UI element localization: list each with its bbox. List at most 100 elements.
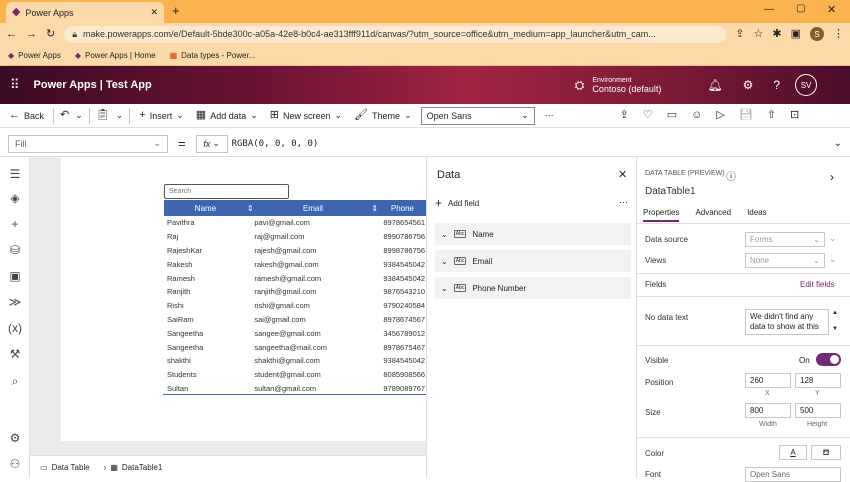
- table-row[interactable]: SaiRam sai@gmail.com 8978674567: [164, 313, 426, 327]
- share-icon[interactable]: ⇪: [735, 28, 744, 40]
- resize-handle-icon[interactable]: ⇕: [247, 204, 255, 213]
- search-icon[interactable]: ⌕: [0, 374, 30, 389]
- new-tab-icon[interactable]: +: [172, 3, 180, 18]
- minimize-icon[interactable]: —: [764, 4, 774, 15]
- advanced-tools-icon[interactable]: ⚒: [0, 347, 30, 361]
- text-color-button[interactable]: A: [779, 445, 807, 460]
- profile-avatar[interactable]: S: [810, 27, 824, 41]
- environment-picker[interactable]: Environment Contoso (default): [592, 77, 661, 94]
- undo-icon[interactable]: ↶: [60, 110, 69, 121]
- tab-properties[interactable]: Properties: [643, 208, 680, 222]
- save-icon[interactable]: 💾︎: [739, 110, 753, 121]
- chevron-down-icon[interactable]: ⌄: [829, 233, 837, 244]
- field-item[interactable]: ⌄ Abc Email: [435, 250, 631, 272]
- share-icon[interactable]: ⇪: [620, 110, 629, 121]
- add-field-button[interactable]: + Add field: [435, 196, 479, 210]
- table-row[interactable]: Rakesh rakesh@gmail.com 9384545042: [164, 257, 426, 271]
- close-window-icon[interactable]: ✕: [827, 3, 836, 16]
- publish-icon[interactable]: ⇧: [767, 110, 776, 121]
- table-row[interactable]: Pavithra pavi@gmail.com 8978654561: [164, 216, 426, 230]
- account-icon[interactable]: ⚇: [0, 457, 30, 471]
- table-row[interactable]: Sultan sultan@gmail.com 9789089767: [164, 382, 426, 395]
- paste-icon[interactable]: 📋︎: [96, 110, 110, 121]
- insert-icon[interactable]: +: [0, 217, 30, 231]
- data-table[interactable]: Name ⇕ Email ⇕ Phone Pavithra pavi@gmail.…: [164, 200, 426, 395]
- x-input[interactable]: 260: [745, 373, 791, 388]
- app-launcher-icon[interactable]: ⠿: [10, 77, 20, 93]
- width-input[interactable]: 800: [745, 403, 791, 418]
- sidebar-icon[interactable]: ▣: [791, 28, 801, 40]
- settings-icon[interactable]: ⚙: [0, 431, 30, 445]
- bell-icon[interactable]: 🔔︎: [707, 78, 722, 92]
- maximize-icon[interactable]: ▢: [796, 3, 805, 14]
- scroll-up-icon[interactable]: ▲: [832, 310, 838, 316]
- theme-button[interactable]: 🖌︎ Theme ⌄: [351, 110, 415, 121]
- tree-view-icon[interactable]: ☰: [0, 167, 30, 181]
- database-icon[interactable]: ⛁: [0, 243, 30, 257]
- visible-toggle[interactable]: [816, 353, 841, 366]
- bookmark-item[interactable]: ▦ Data types - Power...: [170, 51, 256, 60]
- user-avatar[interactable]: SV: [795, 74, 818, 96]
- formula-input[interactable]: RGBA(0, 0, 0, 0): [232, 135, 834, 153]
- back-arrow-icon[interactable]: ←: [6, 28, 17, 40]
- screen-crumb[interactable]: ▭ Data Table: [40, 463, 90, 472]
- views-dropdown[interactable]: None ⌄: [745, 253, 825, 268]
- field-item[interactable]: ⌄ Abc Name: [435, 223, 631, 245]
- browser-tab[interactable]: ◆ Power Apps ✕: [6, 2, 164, 23]
- tab-ideas[interactable]: Ideas: [747, 208, 767, 222]
- table-row[interactable]: shakthi shakthi@gmail.com 9384545042: [164, 354, 426, 368]
- control-name[interactable]: DataTable1: [645, 186, 696, 197]
- scroll-down-icon[interactable]: ▼: [832, 326, 838, 332]
- tab-advanced[interactable]: Advanced: [695, 208, 731, 222]
- no-data-text-input[interactable]: We didn't find any data to show at this: [745, 309, 829, 335]
- y-input[interactable]: 128: [795, 373, 841, 388]
- chevron-right-icon[interactable]: ›: [830, 170, 834, 184]
- close-icon[interactable]: ✕: [618, 168, 627, 181]
- table-row[interactable]: RajeshKar rajesh@gmail.com 8998786756: [164, 244, 426, 258]
- control-crumb[interactable]: ▦ DataTable1: [110, 463, 162, 472]
- power-automate-icon[interactable]: ≫: [0, 295, 30, 309]
- table-row[interactable]: Ramesh ramesh@gmail.com 9384545042: [164, 271, 426, 285]
- help-circle-icon[interactable]: ⓘ: [726, 168, 736, 183]
- table-row[interactable]: Sangeetha sangee@gmail.com 3456789012: [164, 326, 426, 340]
- edit-fields-link[interactable]: Edit fields: [800, 280, 835, 289]
- bookmark-item[interactable]: ◆ Power Apps: [8, 51, 61, 60]
- fx-button[interactable]: fx ⌄: [195, 134, 228, 153]
- gear-icon[interactable]: ⚙: [743, 78, 754, 92]
- insert-button[interactable]: + Insert ⌄: [136, 110, 187, 121]
- app-checker-icon[interactable]: ☺: [691, 110, 702, 121]
- more-icon[interactable]: ⋯: [619, 197, 628, 208]
- chevron-down-icon[interactable]: ⌄: [829, 254, 837, 265]
- browser-menu-icon[interactable]: ⋮: [833, 28, 844, 40]
- forward-arrow-icon[interactable]: →: [26, 28, 37, 40]
- column-header[interactable]: Phone: [379, 204, 426, 213]
- table-row[interactable]: Sangeetha sangeetha@mail.com 8978675467: [164, 340, 426, 354]
- chevron-down-icon[interactable]: ⌄: [116, 110, 124, 121]
- bookmark-item[interactable]: ◆ Power Apps | Home: [75, 51, 156, 60]
- health-icon[interactable]: ♡: [643, 110, 653, 121]
- table-row[interactable]: Raj raj@gmail.com 8990786756: [164, 230, 426, 244]
- add-data-button[interactable]: ▦ Add data ⌄: [193, 110, 261, 121]
- play-icon[interactable]: ▷: [716, 110, 724, 121]
- help-icon[interactable]: ?: [773, 78, 780, 92]
- resize-handle-icon[interactable]: ⇕: [371, 204, 379, 213]
- table-row[interactable]: Rishi rishi@gmail.com 9790240584: [164, 299, 426, 313]
- close-app-icon[interactable]: ⊡: [790, 110, 799, 121]
- close-tab-icon[interactable]: ✕: [150, 7, 158, 18]
- variables-icon[interactable]: (x): [0, 321, 30, 335]
- table-row[interactable]: Ranjith ranjith@gmail.com 9876543210: [164, 285, 426, 299]
- data-source-dropdown[interactable]: Forms ⌄: [745, 232, 825, 247]
- expand-formula-icon[interactable]: ⌄: [834, 138, 842, 149]
- height-input[interactable]: 500: [795, 403, 841, 418]
- star-icon[interactable]: ☆: [754, 28, 764, 40]
- font-select[interactable]: Open Sans ⌄: [420, 106, 535, 125]
- reload-icon[interactable]: ↻: [46, 28, 55, 40]
- field-item[interactable]: ⌄ Abc Phone Number: [435, 277, 631, 299]
- fill-color-icon[interactable]: ⛾: [811, 445, 841, 460]
- media-icon[interactable]: ▣: [0, 269, 30, 283]
- table-row[interactable]: Students student@gmail.com 8085908566: [164, 368, 426, 382]
- new-screen-button[interactable]: ⊞ New screen ⌄: [267, 110, 345, 121]
- font-dropdown[interactable]: Open Sans: [745, 467, 841, 482]
- layers-icon[interactable]: ◈: [0, 191, 30, 205]
- more-icon[interactable]: ⋯: [545, 110, 554, 121]
